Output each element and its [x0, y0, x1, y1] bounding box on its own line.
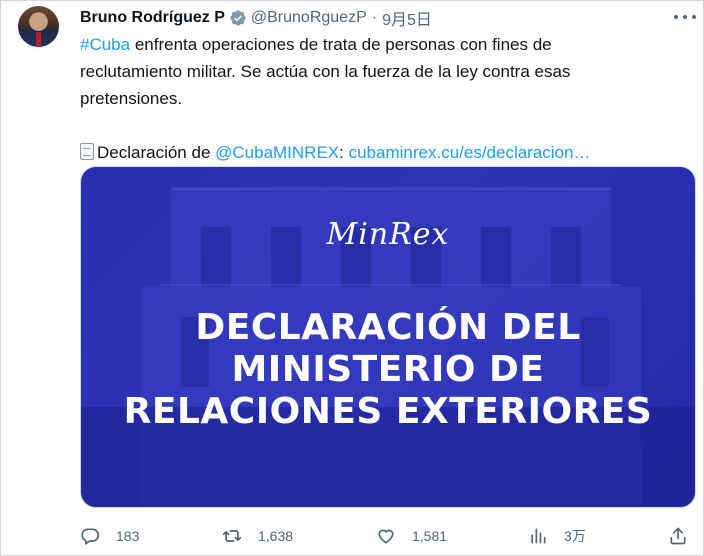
reply-count: 183 — [116, 528, 140, 544]
declaration-colon: : — [339, 143, 349, 162]
headline-line2: MINISTERIO DE — [231, 349, 545, 390]
views-count: 3万 — [564, 528, 586, 544]
declaration-prefix: Declaración de — [97, 143, 216, 162]
tweet-text-line2: reclutamiento militar. Se actúa con la f… — [80, 62, 571, 81]
media-headline: DECLARACIÓN DEL MINISTERIO DE RELACIONES… — [81, 307, 695, 433]
views-button[interactable]: 3万 — [528, 522, 586, 550]
views-icon — [531, 528, 546, 544]
mention-link[interactable]: @CubaMINREX — [215, 143, 339, 162]
tweet-text-line1-rest: enfrenta operaciones de trata de persona… — [130, 35, 552, 54]
url-link[interactable]: cubaminrex.cu/es/declaracion… — [349, 143, 591, 162]
document-icon — [80, 143, 94, 160]
heart-icon — [378, 529, 394, 544]
media-image[interactable]: MinRex DECLARACIÓN DEL MINISTERIO DE REL… — [80, 166, 696, 508]
author-avatar[interactable] — [18, 6, 59, 47]
retweet-count: 1,638 — [258, 528, 294, 544]
hashtag-link[interactable]: #Cuba — [80, 35, 130, 54]
action-bar: 183 1,638 1,581 3万 — [80, 522, 696, 550]
reply-button[interactable]: 183 — [80, 522, 139, 550]
tweet-text-line3: pretensiones. — [80, 89, 183, 108]
share-button[interactable] — [668, 522, 704, 550]
tweet-date[interactable]: 9月5日 — [382, 6, 432, 30]
retweet-icon — [222, 530, 242, 542]
headline-line3: RELACIONES EXTERIORES — [123, 391, 653, 432]
headline-line1: DECLARACIÓN DEL — [195, 307, 581, 348]
author-name[interactable]: Bruno Rodríguez P — [80, 9, 225, 27]
share-icon — [670, 527, 686, 545]
retweet-button[interactable]: 1,638 — [222, 522, 293, 550]
tweet-header: Bruno Rodríguez P @BrunoRguezP · 9月5日 — [80, 6, 432, 30]
verified-badge-icon — [230, 10, 246, 26]
separator-dot: · — [371, 9, 378, 26]
minrex-logo: MinRex — [326, 217, 450, 252]
tweet-text: #Cuba enfrenta operaciones de trata de p… — [80, 31, 680, 166]
reply-icon — [81, 528, 100, 545]
like-button[interactable]: 1,581 — [376, 522, 447, 550]
declaration-line: Declaración de @CubaMINREX: cubaminrex.c… — [80, 139, 680, 166]
more-options-icon[interactable] — [674, 8, 696, 26]
like-count: 1,581 — [412, 528, 448, 544]
author-handle[interactable]: @BrunoRguezP — [251, 9, 367, 27]
tweet-text-line1: #Cuba enfrenta operaciones de trata de p… — [80, 31, 680, 58]
